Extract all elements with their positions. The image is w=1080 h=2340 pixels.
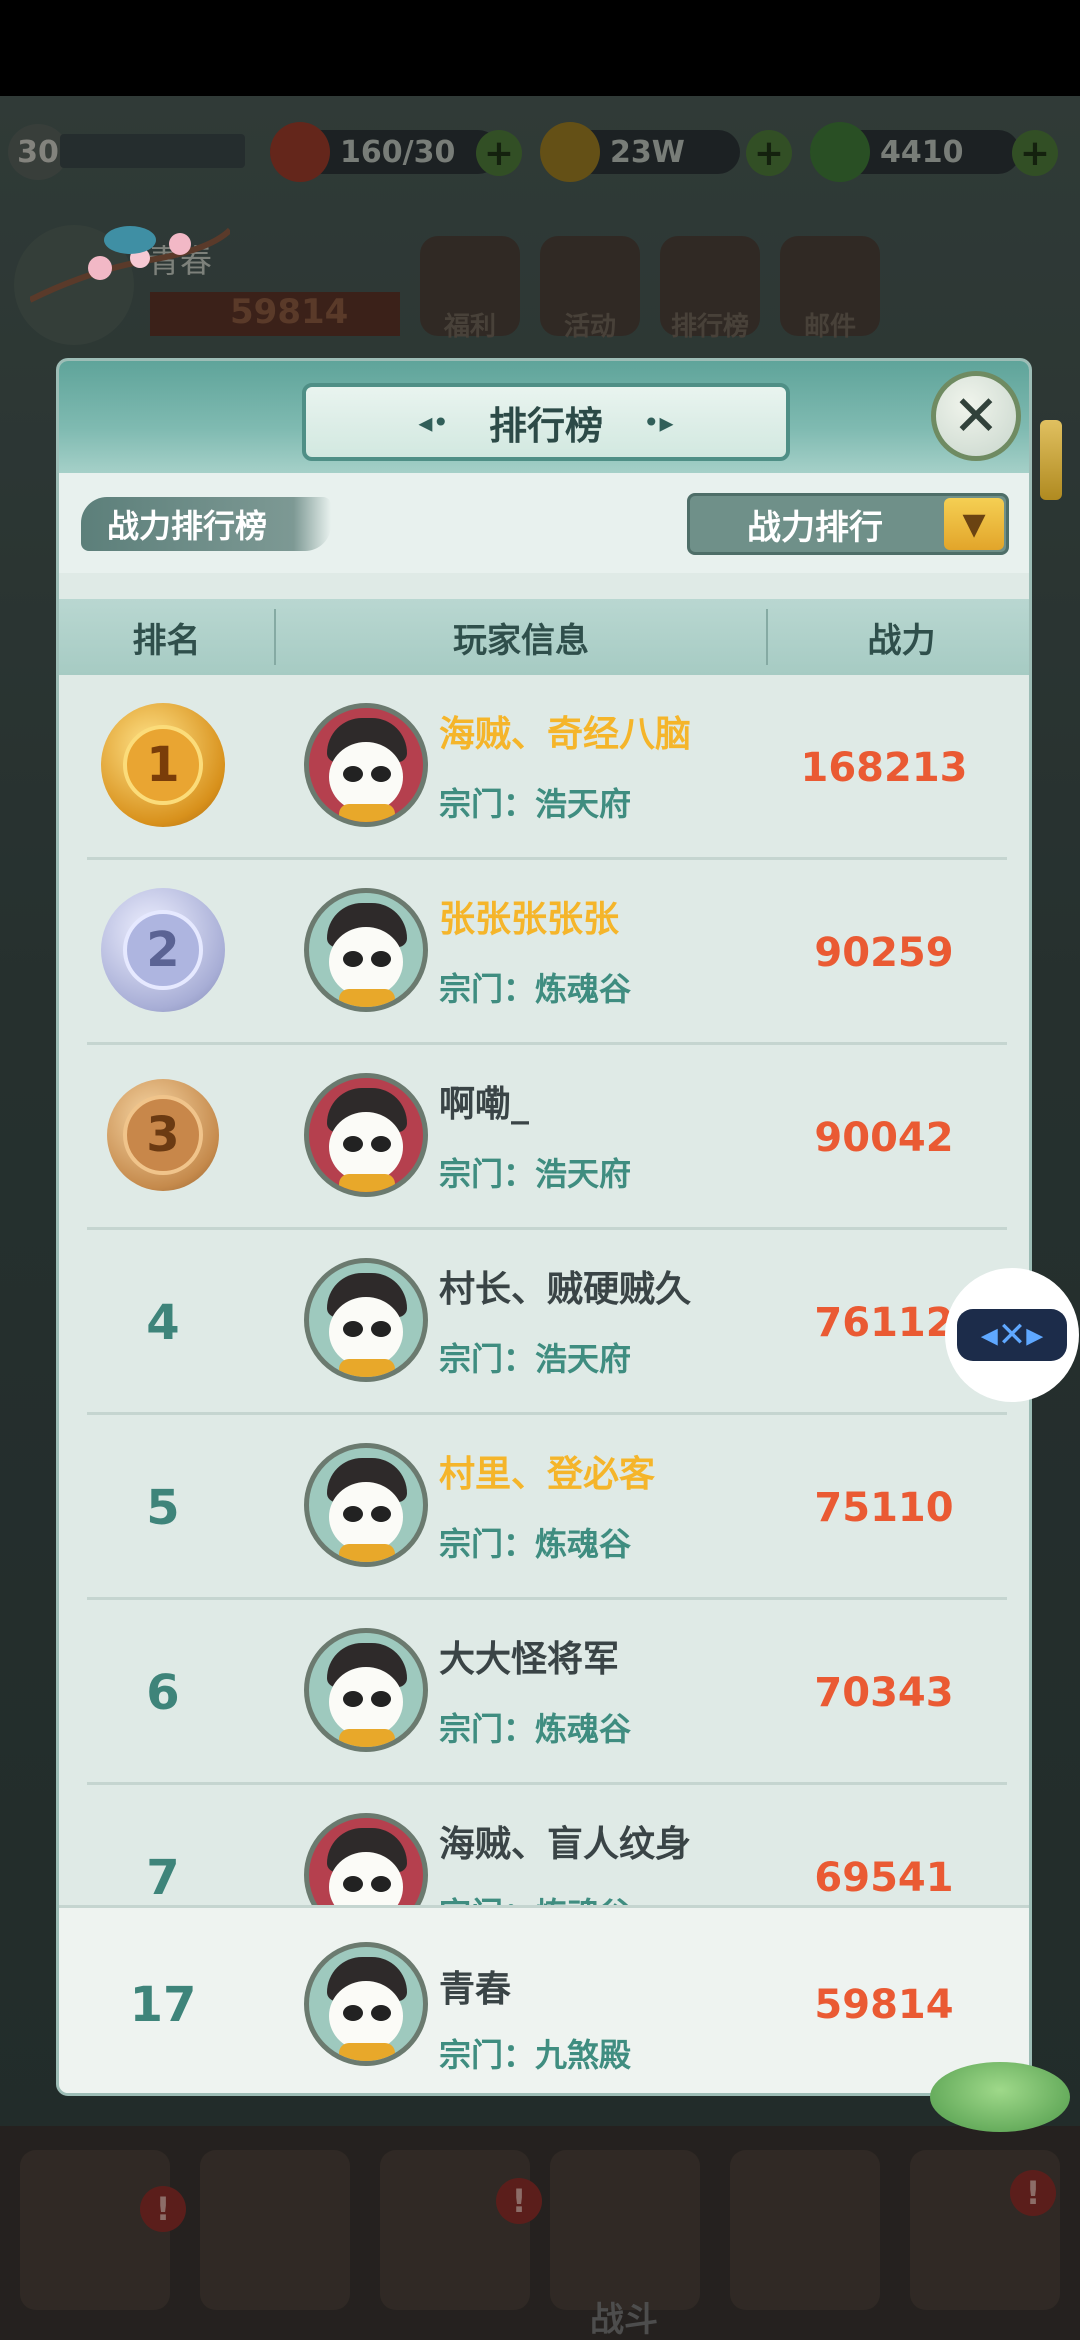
avatar[interactable] <box>304 1443 428 1567</box>
col-power: 战力 <box>867 620 936 661</box>
table-row[interactable]: 7 海贼、盲人纹身 宗门：炼魂谷 69541 <box>59 1785 1029 1906</box>
player-sect: 宗门：炼魂谷 <box>439 1889 631 1905</box>
my-ranking-row[interactable]: 17 青春 宗门：九煞殿 59814 <box>59 1905 1029 2093</box>
bronze-medal-icon: 3 <box>107 1079 219 1191</box>
player-name: 啊嘞_ <box>439 1084 530 1125</box>
table-row[interactable]: 3 啊嘞_ 宗门：浩天府 90042 <box>59 1045 1029 1230</box>
medal-rank-number: 3 <box>123 1095 203 1175</box>
right-ornament-icon: •▸ <box>643 405 674 439</box>
my-player-sect: 宗门：九煞殿 <box>439 2036 632 2074</box>
player-sect: 宗门：浩天府 <box>439 1155 632 1193</box>
table-row[interactable]: 5 村里、登必客 宗门：炼魂谷 75110 <box>59 1415 1029 1600</box>
sort-dropdown[interactable]: 战力排行 ▼ <box>687 493 1009 555</box>
modal-header: ◂• 排行榜 •▸ ✕ <box>59 361 1029 473</box>
avatar[interactable] <box>304 1073 428 1197</box>
sort-selected-value: 战力排行 <box>747 507 883 548</box>
player-name: 村里、登必客 <box>439 1454 656 1495</box>
ranking-modal: ◂• 排行榜 •▸ ✕ 战力排行榜 战力排行 ▼ 排名 玩家信息 战力 1 海贼… <box>56 358 1032 2096</box>
status-bar <box>0 0 1080 96</box>
avatar[interactable] <box>304 888 428 1012</box>
avatar[interactable] <box>304 703 428 827</box>
table-row[interactable]: 2 张张张张张 宗门：炼魂谷 90259 <box>59 860 1029 1045</box>
category-label: 战力排行榜 <box>81 497 331 551</box>
col-rank: 排名 <box>132 620 201 661</box>
player-name: 大大怪将军 <box>439 1639 620 1680</box>
lily-pad-icon <box>930 2062 1070 2132</box>
player-power: 70343 <box>814 1669 954 1716</box>
rank-number: 6 <box>146 1664 180 1721</box>
table-row[interactable]: 1 海贼、奇经八脑 宗门：浩天府 168213 <box>59 675 1029 860</box>
player-power: 69541 <box>814 1854 954 1901</box>
player-name: 村长、贼硬贼久 <box>439 1269 692 1310</box>
silver-medal-icon: 2 <box>101 888 225 1012</box>
tassel-ornament <box>1040 420 1062 500</box>
col-player-info: 玩家信息 <box>453 620 589 661</box>
gamepad-icon: ◂✕▸ <box>957 1309 1067 1361</box>
rank-number: 7 <box>146 1849 180 1906</box>
player-name: 张张张张张 <box>439 899 620 940</box>
gold-medal-icon: 1 <box>101 703 225 827</box>
player-power: 90259 <box>814 929 954 976</box>
player-power: 168213 <box>800 744 968 791</box>
rank-number: 5 <box>146 1479 180 1536</box>
player-sect: 宗门：浩天府 <box>439 1340 632 1378</box>
player-sect: 宗门：炼魂谷 <box>439 1710 632 1748</box>
player-power: 90042 <box>814 1114 954 1161</box>
player-sect: 宗门：炼魂谷 <box>439 970 632 1008</box>
player-sect: 宗门：浩天府 <box>439 785 632 823</box>
table-row[interactable]: 6 大大怪将军 宗门：炼魂谷 70343 <box>59 1600 1029 1785</box>
player-power: 75110 <box>814 1484 954 1531</box>
avatar[interactable] <box>304 1258 428 1382</box>
left-ornament-icon: ◂• <box>418 405 449 439</box>
chevron-down-icon[interactable]: ▼ <box>944 498 1004 550</box>
medal-rank-number: 2 <box>123 910 203 990</box>
title-plaque: ◂• 排行榜 •▸ <box>302 383 790 461</box>
player-sect: 宗门：炼魂谷 <box>439 1525 632 1563</box>
table-row[interactable]: 4 村长、贼硬贼久 宗门：浩天府 76112 <box>59 1230 1029 1415</box>
modal-title: 排行榜 <box>488 403 603 448</box>
avatar[interactable] <box>304 1942 428 2066</box>
table-header: 排名 玩家信息 战力 <box>59 599 1029 675</box>
ranking-subheader: 战力排行榜 战力排行 ▼ <box>59 473 1029 573</box>
medal-rank-number: 1 <box>123 725 203 805</box>
player-name: 海贼、奇经八脑 <box>439 714 692 755</box>
avatar[interactable] <box>304 1813 428 1905</box>
player-name: 海贼、盲人纹身 <box>439 1824 692 1865</box>
close-button[interactable]: ✕ <box>931 371 1021 461</box>
avatar[interactable] <box>304 1628 428 1752</box>
floating-gamepad-button[interactable]: ◂✕▸ <box>945 1268 1079 1402</box>
my-player-name: 青春 <box>439 1969 512 2010</box>
rank-number: 4 <box>146 1294 180 1351</box>
my-rank-number: 17 <box>129 1977 197 2033</box>
ranking-list[interactable]: 1 海贼、奇经八脑 宗门：浩天府 168213 2 张张张张张 宗门：炼魂谷 9… <box>59 675 1029 1906</box>
close-icon: ✕ <box>952 383 1000 449</box>
blossom-branch-icon <box>30 226 230 303</box>
